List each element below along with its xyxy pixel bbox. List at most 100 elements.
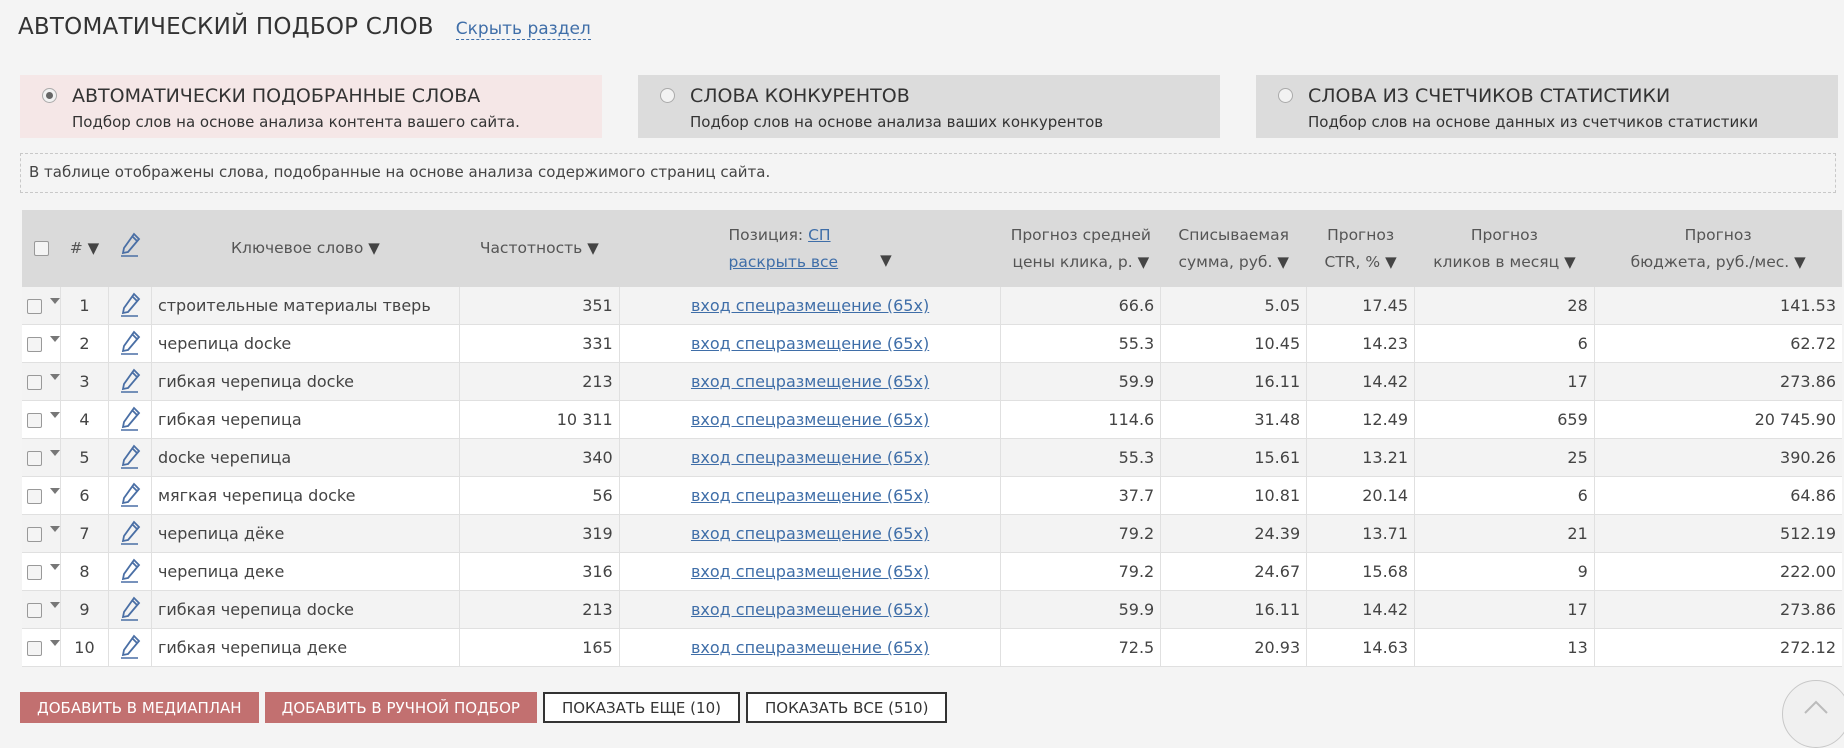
header-budget[interactable]: Прогноз бюджета, руб./мес. ▼ [1594, 210, 1842, 287]
row-edit-cell [108, 362, 152, 401]
row-budget: 272.12 [1594, 628, 1842, 667]
hide-section-link[interactable]: Скрыть раздел [455, 20, 591, 40]
row-checkbox[interactable] [27, 337, 42, 352]
position-link[interactable]: вход спецразмещение (65x) [691, 562, 929, 581]
position-link[interactable]: вход спецразмещение (65x) [691, 600, 929, 619]
pencil-icon[interactable] [117, 231, 143, 266]
expand-caret-icon[interactable] [50, 639, 60, 646]
sort-arrow-icon[interactable]: ▼ [1138, 253, 1150, 271]
info-note: В таблице отображены слова, подобранные … [20, 153, 1836, 193]
sort-arrow-icon[interactable]: ▼ [1277, 253, 1289, 271]
row-ctr: 14.63 [1306, 628, 1416, 667]
table-body: 1 строительные материалы тверь 351 вход спе… [22, 287, 1842, 667]
row-num: 2 [60, 324, 109, 363]
header-keyword[interactable]: Ключевое слово ▼ [151, 210, 460, 287]
expand-caret-icon[interactable] [50, 373, 60, 380]
sort-arrow-icon[interactable]: ▼ [1564, 253, 1576, 271]
expand-caret-icon[interactable] [50, 525, 60, 532]
sort-arrow-icon[interactable]: ▼ [1794, 253, 1806, 271]
pencil-icon[interactable] [117, 481, 143, 511]
pencil-icon[interactable] [117, 329, 143, 359]
header-charge[interactable]: Списываемая сумма, руб. ▼ [1160, 210, 1307, 287]
expand-caret-icon[interactable] [50, 487, 60, 494]
position-link[interactable]: вход спецразмещение (65x) [691, 638, 929, 657]
pencil-icon[interactable] [117, 595, 143, 625]
row-ctr: 15.68 [1306, 552, 1416, 591]
row-keyword: черепица docke [151, 324, 460, 363]
header-budget-line2: бюджета, руб./мес. [1630, 252, 1790, 271]
pencil-icon[interactable] [117, 633, 143, 663]
row-select-cell [22, 400, 61, 439]
row-num: 7 [60, 514, 109, 553]
row-select-cell [22, 438, 61, 477]
expand-caret-icon[interactable] [50, 449, 60, 456]
add-to-manual-button[interactable]: ДОБАВИТЬ В РУЧНОЙ ПОДБОР [264, 692, 537, 723]
select-all-checkbox[interactable] [34, 241, 49, 256]
row-cpc: 59.9 [1000, 590, 1162, 629]
sort-arrow-icon[interactable]: ▼ [1385, 253, 1397, 271]
sort-arrow-icon[interactable]: ▼ [587, 239, 599, 257]
radio-stats-words[interactable] [1278, 88, 1293, 103]
row-checkbox[interactable] [27, 641, 42, 656]
row-checkbox[interactable] [27, 565, 42, 580]
add-to-mediaplan-button[interactable]: ДОБАВИТЬ В МЕДИАПЛАН [20, 692, 259, 723]
expand-all-link[interactable]: раскрыть все [729, 253, 839, 271]
row-checkbox[interactable] [27, 603, 42, 618]
sort-arrow-icon[interactable]: ▼ [368, 239, 380, 257]
position-sp-link[interactable]: СП [808, 226, 830, 244]
row-cpc: 66.6 [1000, 287, 1162, 325]
row-charge: 10.81 [1160, 476, 1308, 515]
row-charge: 31.48 [1160, 400, 1308, 439]
row-clicks: 28 [1414, 287, 1595, 325]
row-checkbox[interactable] [27, 413, 42, 428]
row-edit-cell [108, 438, 152, 477]
expand-caret-icon[interactable] [50, 601, 60, 608]
position-link[interactable]: вход спецразмещение (65x) [691, 334, 929, 353]
pencil-icon[interactable] [117, 557, 143, 587]
row-charge: 15.61 [1160, 438, 1308, 477]
header-frequency[interactable]: Частотность ▼ [459, 210, 620, 287]
row-cpc: 79.2 [1000, 514, 1162, 553]
header-ctr[interactable]: Прогноз CTR, % ▼ [1306, 210, 1415, 287]
row-num: 3 [60, 362, 109, 401]
tab-competitor-words[interactable]: СЛОВА КОНКУРЕНТОВ Подбор слов на основе … [638, 75, 1220, 138]
show-all-button[interactable]: ПОКАЗАТЬ ВСЕ (510) [745, 692, 948, 723]
pencil-icon[interactable] [117, 519, 143, 549]
position-link[interactable]: вход спецразмещение (65x) [691, 410, 929, 429]
expand-caret-icon[interactable] [50, 335, 60, 342]
row-checkbox[interactable] [27, 489, 42, 504]
row-keyword: строительные материалы тверь [151, 287, 460, 325]
row-num: 4 [60, 400, 109, 439]
pencil-icon[interactable] [117, 291, 143, 321]
position-link[interactable]: вход спецразмещение (65x) [691, 372, 929, 391]
position-link[interactable]: вход спецразмещение (65x) [691, 524, 929, 543]
row-checkbox[interactable] [27, 375, 42, 390]
position-link[interactable]: вход спецразмещение (65x) [691, 486, 929, 505]
expand-caret-icon[interactable] [50, 297, 60, 304]
header-clicks[interactable]: Прогноз кликов в месяц ▼ [1414, 210, 1595, 287]
row-checkbox[interactable] [27, 299, 42, 314]
sort-arrow-icon[interactable]: ▼ [88, 239, 100, 257]
expand-caret-icon[interactable] [50, 563, 60, 570]
tab-auto-words[interactable]: АВТОМАТИЧЕСКИ ПОДОБРАННЫЕ СЛОВА Подбор с… [20, 75, 602, 138]
scroll-top-button[interactable] [1782, 680, 1844, 748]
row-checkbox[interactable] [27, 527, 42, 542]
pencil-icon[interactable] [117, 367, 143, 397]
row-checkbox[interactable] [27, 451, 42, 466]
expand-caret-icon[interactable] [50, 411, 60, 418]
pencil-icon[interactable] [117, 405, 143, 435]
pencil-icon[interactable] [117, 443, 143, 473]
chevron-up-icon [1804, 700, 1828, 714]
row-charge: 20.93 [1160, 628, 1308, 667]
row-edit-cell [108, 552, 152, 591]
header-cpc[interactable]: Прогноз средней цены клика, р. ▼ [1000, 210, 1161, 287]
show-more-button[interactable]: ПОКАЗАТЬ ЕЩЕ (10) [542, 692, 740, 723]
position-link[interactable]: вход спецразмещение (65x) [691, 448, 929, 467]
position-link[interactable]: вход спецразмещение (65x) [691, 296, 929, 315]
radio-competitor-words[interactable] [660, 88, 675, 103]
header-num[interactable]: # ▼ [60, 210, 109, 287]
row-frequency: 351 [459, 287, 620, 325]
radio-auto-words[interactable] [42, 88, 57, 103]
tab-stats-words[interactable]: СЛОВА ИЗ СЧЕТЧИКОВ СТАТИСТИКИ Подбор сло… [1256, 75, 1838, 138]
sort-arrow-icon[interactable]: ▼ [880, 247, 892, 274]
